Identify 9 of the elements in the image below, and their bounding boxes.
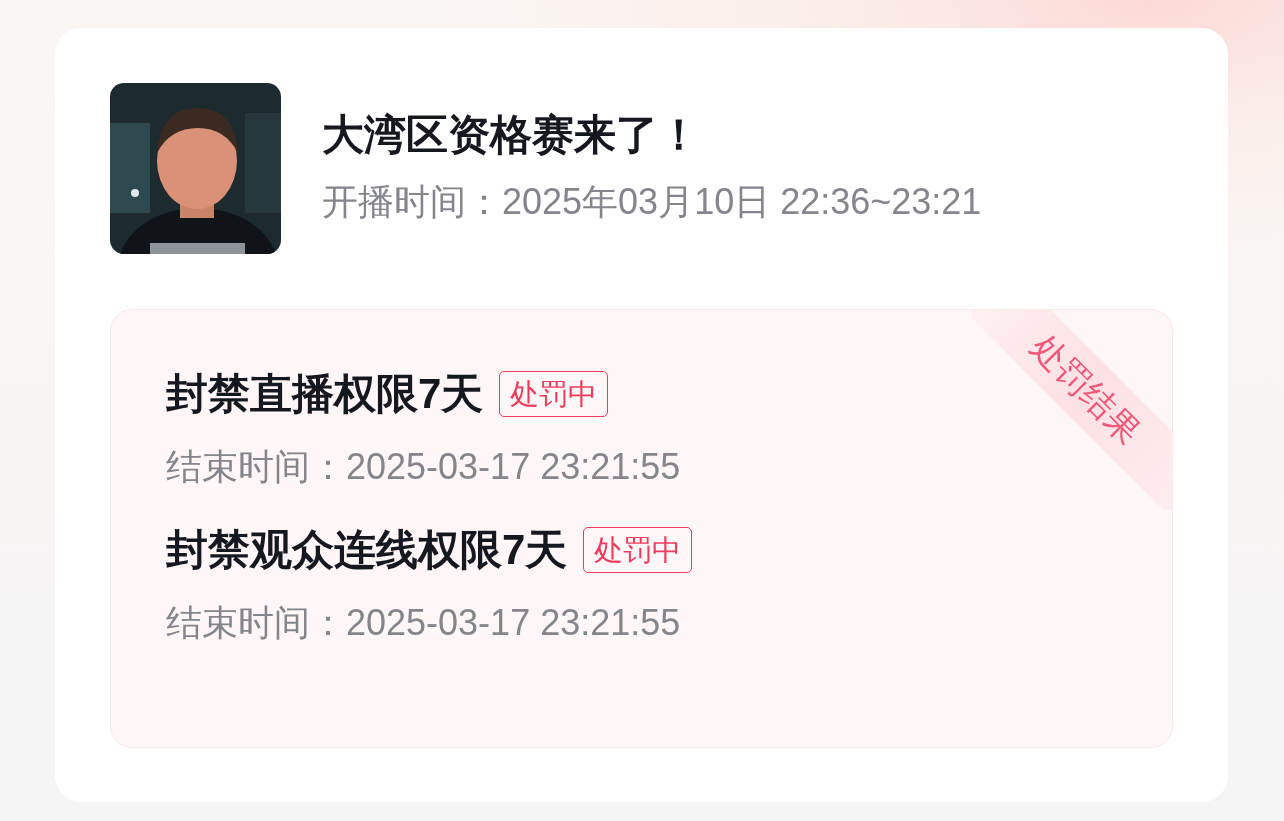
corner-ribbon: 处罚结果 [972, 310, 1172, 510]
status-tag: 处罚中 [583, 527, 693, 573]
status-tag: 处罚中 [499, 371, 609, 417]
end-time: 结束时间：2025-03-17 23:21:55 [166, 445, 682, 489]
end-time: 结束时间：2025-03-17 23:21:55 [166, 601, 682, 645]
penalty-title: 封禁直播权限7天 [166, 369, 484, 419]
start-time: 开播时间：2025年03月10日 22:36~23:21 [322, 180, 982, 224]
penalty-title: 封禁观众连线权限7天 [166, 525, 568, 575]
live-title: 大湾区资格赛来了！ [322, 110, 701, 160]
